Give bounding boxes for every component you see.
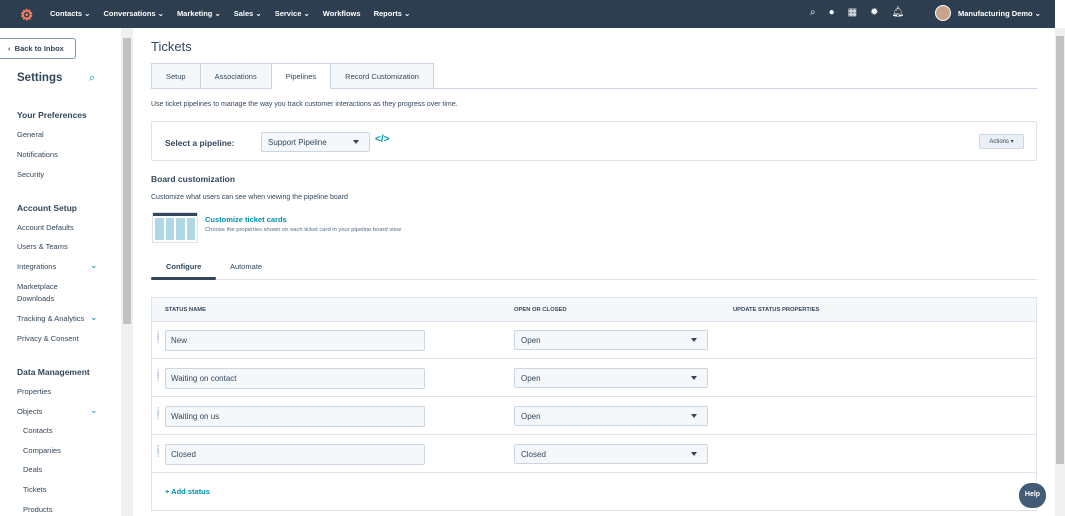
help-icon[interactable]: ● xyxy=(829,7,835,18)
column-update-status-properties: UPDATE STATUS PROPERTIES xyxy=(733,307,820,313)
caret-down-icon xyxy=(353,140,359,144)
table-row: ⁞ ⁞ ⁞ New Open xyxy=(152,321,1036,359)
top-nav: ⚙ Contacts ⌄ Conversations ⌄ Marketing ⌄… xyxy=(0,0,1055,28)
caret-down-icon xyxy=(691,452,697,456)
divider xyxy=(151,279,1037,280)
table-row: ⁞ ⁞ ⁞ Closed Closed xyxy=(152,435,1036,473)
settings-sidebar: ‹ Back to Inbox Settings ⌕ Your Preferen… xyxy=(0,28,121,516)
caret-down-icon xyxy=(691,338,697,342)
drag-handle-icon[interactable]: ⁞ ⁞ ⁞ xyxy=(157,369,159,383)
chevron-down-icon[interactable]: ⌄ xyxy=(90,405,98,416)
nav-contacts[interactable]: Contacts ⌄ xyxy=(50,9,90,18)
bell-icon[interactable]: 🔔︎ xyxy=(892,7,905,18)
table-row: ⁞ ⁞ ⁞ Waiting on contact Open xyxy=(152,359,1036,397)
status-name-input[interactable]: Waiting on us xyxy=(165,406,425,427)
sidebar-item-account-defaults[interactable]: Account Defaults xyxy=(17,222,74,234)
chevron-down-icon[interactable]: ⌄ xyxy=(90,260,98,271)
sidebar-item-privacy-consent[interactable]: Privacy & Consent xyxy=(17,333,79,345)
status-table: STATUS NAME OPEN OR CLOSED UPDATE STATUS… xyxy=(151,297,1037,511)
nav-service[interactable]: Service ⌄ xyxy=(275,9,310,18)
open-closed-select[interactable]: Open xyxy=(514,368,708,388)
search-icon[interactable]: ⌕ xyxy=(810,7,816,18)
help-button[interactable]: Help xyxy=(1019,483,1046,508)
open-closed-select[interactable]: Open xyxy=(514,406,708,426)
table-row: ⁞ ⁞ ⁞ Waiting on us Open xyxy=(152,397,1036,435)
sidebar-item-properties[interactable]: Properties xyxy=(17,386,51,398)
sidebar-item-objects[interactable]: Objects xyxy=(17,406,42,418)
nav-reports[interactable]: Reports ⌄ xyxy=(374,9,411,18)
tab-record-customization[interactable]: Record Customization xyxy=(330,63,434,89)
sidebar-item-companies[interactable]: Companies xyxy=(23,445,61,457)
column-open-or-closed: OPEN OR CLOSED xyxy=(514,307,567,313)
tab-automate[interactable]: Automate xyxy=(230,262,262,271)
board-customization-heading: Board customization xyxy=(151,174,236,184)
embed-code-icon[interactable]: </> xyxy=(375,134,389,145)
sidebar-scrollbar[interactable] xyxy=(121,28,133,516)
account-menu[interactable]: Manufacturing Demo ⌄ xyxy=(935,5,1041,21)
pipeline-label: Select a pipeline: xyxy=(165,138,235,148)
page-description: Use ticket pipelines to manage the way y… xyxy=(151,101,458,108)
sidebar-item-tracking-analytics[interactable]: Tracking & Analytics xyxy=(17,313,84,325)
tab-pipelines[interactable]: Pipelines xyxy=(270,63,332,89)
sidebar-item-security[interactable]: Security xyxy=(17,169,44,181)
customize-ticket-cards-link[interactable]: Customize ticket cards xyxy=(205,215,287,224)
status-name-input[interactable]: Waiting on contact xyxy=(165,368,425,389)
sidebar-item-users-teams[interactable]: Users & Teams xyxy=(17,241,68,253)
pipeline-select[interactable]: Support Pipeline xyxy=(261,132,370,152)
account-name: Manufacturing Demo ⌄ xyxy=(958,8,1041,18)
open-closed-select[interactable]: Closed xyxy=(514,444,708,464)
nav-workflows[interactable]: Workflows xyxy=(323,9,361,18)
chevron-down-icon[interactable]: ⌄ xyxy=(90,312,98,323)
drag-handle-icon[interactable]: ⁞ ⁞ ⁞ xyxy=(157,445,159,459)
column-status-name: STATUS NAME xyxy=(165,307,207,313)
drag-handle-icon[interactable]: ⁞ ⁞ ⁞ xyxy=(157,331,159,345)
sidebar-item-deals[interactable]: Deals xyxy=(23,464,42,476)
ticket-card-preview-image xyxy=(152,212,198,243)
search-icon[interactable]: ⌕ xyxy=(89,72,95,85)
sidebar-item-products[interactable]: Products xyxy=(23,504,53,516)
tab-associations[interactable]: Associations xyxy=(199,63,272,89)
marketplace-icon[interactable]: ▦ xyxy=(848,7,857,18)
page-scrollbar[interactable] xyxy=(1055,28,1065,516)
caret-down-icon xyxy=(691,414,697,418)
sidebar-item-marketplace-downloads[interactable]: Marketplace Downloads xyxy=(17,281,77,305)
tab-configure[interactable]: Configure xyxy=(166,262,201,271)
nav-marketing[interactable]: Marketing ⌄ xyxy=(177,9,221,18)
pipeline-selector-panel: Select a pipeline: Support Pipeline </> … xyxy=(151,121,1037,161)
caret-down-icon xyxy=(691,376,697,380)
board-customization-description: Customize what users can see when viewin… xyxy=(151,194,348,201)
actions-button[interactable]: Actions ▾ xyxy=(979,134,1024,149)
status-name-input[interactable]: Closed xyxy=(165,444,425,465)
sidebar-item-tickets[interactable]: Tickets xyxy=(23,484,46,496)
sidebar-item-notifications[interactable]: Notifications xyxy=(17,149,58,161)
section-your-preferences: Your Preferences xyxy=(17,110,87,120)
open-closed-select[interactable]: Open xyxy=(514,330,708,350)
section-data-management: Data Management xyxy=(17,367,90,377)
tab-setup[interactable]: Setup xyxy=(151,63,201,89)
nav-conversations[interactable]: Conversations ⌄ xyxy=(103,9,163,18)
page-title: Tickets xyxy=(151,39,192,54)
sidebar-item-contacts[interactable]: Contacts xyxy=(23,425,53,437)
nav-sales[interactable]: Sales ⌄ xyxy=(234,9,262,18)
hubspot-logo-icon[interactable]: ⚙ xyxy=(20,6,33,24)
sidebar-item-general[interactable]: General xyxy=(17,129,44,141)
add-status-button[interactable]: + Add status xyxy=(165,487,210,496)
avatar xyxy=(935,5,951,21)
settings-title: Settings xyxy=(17,72,63,84)
status-name-input[interactable]: New xyxy=(165,330,425,351)
back-to-inbox-button[interactable]: ‹ Back to Inbox xyxy=(0,38,76,59)
gear-icon[interactable]: ✹ xyxy=(870,7,878,18)
active-tab-indicator xyxy=(151,277,216,280)
sidebar-item-integrations[interactable]: Integrations xyxy=(17,261,56,273)
customize-ticket-cards-description: Choose the properties shown on each tick… xyxy=(205,227,401,233)
drag-handle-icon[interactable]: ⁞ ⁞ ⁞ xyxy=(157,407,159,421)
section-account-setup: Account Setup xyxy=(17,203,77,213)
